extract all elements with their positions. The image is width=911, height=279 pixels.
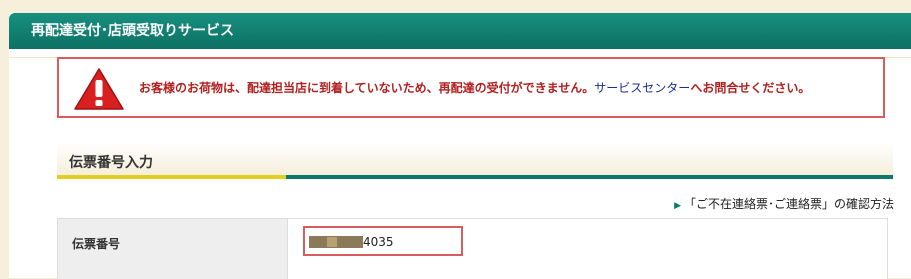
redaction-mark-highlight: [327, 237, 337, 247]
page-title: 再配達受付･店頭受取りサービス: [31, 23, 234, 39]
error-alert: お客様のお荷物は、配達担当店に到着していないため、再配達の受付ができません。サー…: [57, 57, 885, 118]
tracking-number-input[interactable]: 4035: [303, 226, 463, 256]
arrow-right-icon: ▶: [674, 201, 681, 211]
tracking-label: 伝票番号: [72, 237, 121, 251]
alert-message-tail: へお問合せください。: [690, 81, 811, 95]
section-title: 伝票番号入力: [69, 155, 153, 171]
section-underline-green: [286, 175, 893, 179]
tracking-number-value: 4035: [363, 235, 394, 249]
form-row-tracking: 伝票番号 4035: [57, 218, 888, 279]
alert-message-text: お客様のお荷物は、配達担当店に到着していないため、再配達の受付ができません。: [139, 81, 595, 95]
service-center-link[interactable]: サービスセンター: [594, 81, 690, 95]
warning-icon: [74, 68, 124, 110]
help-link-text[interactable]: 「ご不在連絡票･ご連絡票」の確認方法: [684, 197, 894, 211]
section-underline-yellow: [57, 175, 286, 179]
tracking-value-cell: 4035: [287, 219, 887, 279]
help-link[interactable]: ▶ 「ご不在連絡票･ご連絡票」の確認方法: [674, 195, 894, 212]
tracking-label-cell: 伝票番号: [58, 219, 287, 279]
service-header: 再配達受付･店頭受取りサービス: [9, 13, 911, 49]
section-header: 伝票番号入力: [57, 143, 893, 179]
alert-message: お客様のお荷物は、配達担当店に到着していないため、再配達の受付ができません。サー…: [139, 80, 810, 96]
